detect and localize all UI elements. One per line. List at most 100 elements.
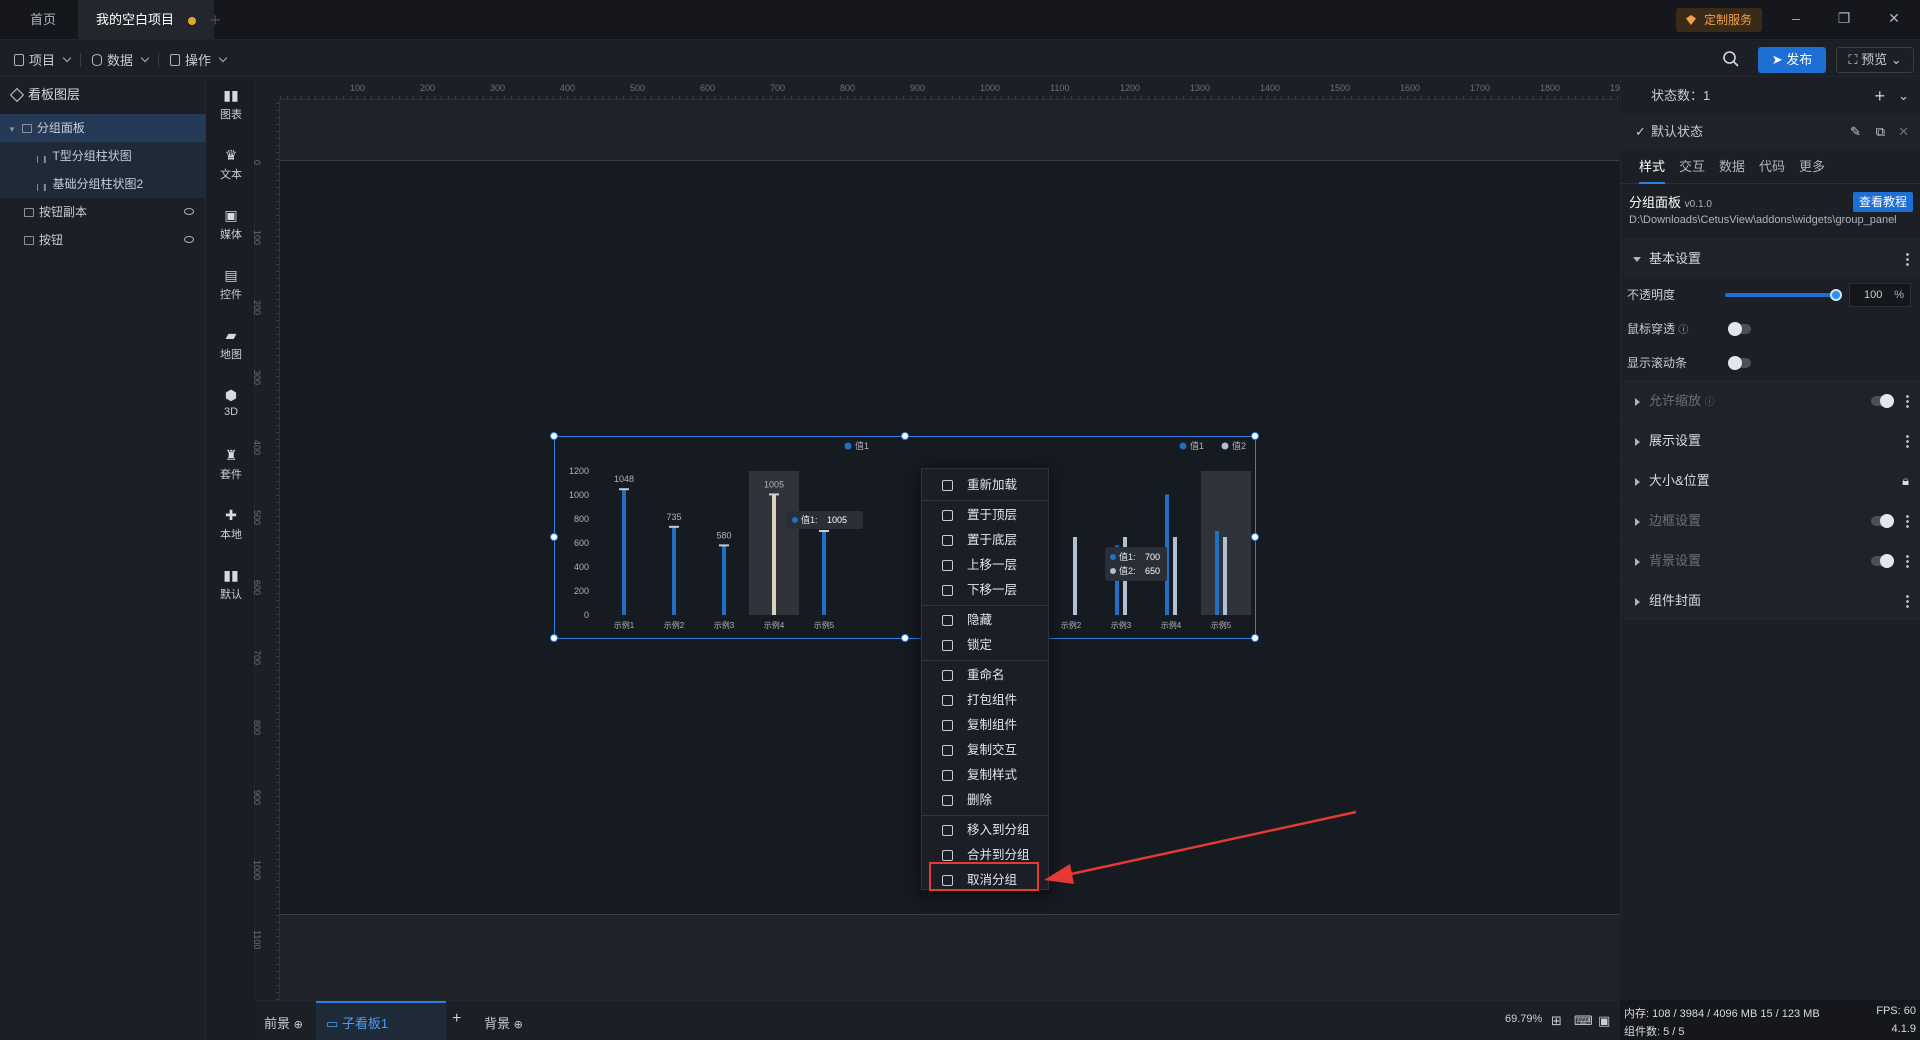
- section-border[interactable]: 边框设置: [1621, 500, 1920, 540]
- tab-foreground[interactable]: 前景 ⊕: [264, 1013, 303, 1032]
- tab-home[interactable]: 首页: [12, 0, 74, 40]
- menu-item-7[interactable]: 重命名: [922, 663, 1048, 688]
- add-circle-icon[interactable]: ⊕: [294, 1019, 303, 1031]
- layer-basic-bar-chart[interactable]: ╷╻ 基础分组柱状图2: [0, 170, 206, 198]
- menu-item-11[interactable]: 复制样式: [922, 763, 1048, 788]
- resize-handle-sw[interactable]: [550, 634, 558, 642]
- section-cover[interactable]: 组件封面: [1621, 580, 1920, 620]
- tool-6[interactable]: ♜ 套件: [207, 438, 255, 492]
- menu-item-6[interactable]: 锁定: [922, 633, 1048, 658]
- layer-button[interactable]: 按钮: [0, 226, 206, 254]
- more-icon[interactable]: [1906, 514, 1909, 528]
- menu-operate[interactable]: 操作: [170, 50, 228, 69]
- menu-item-9[interactable]: 复制组件: [922, 713, 1048, 738]
- group-panel-widget[interactable]: 值1 1200 1000 800 600 400 200 0 示例1 1048 示例2 735 示例3 5…: [550, 432, 1259, 642]
- border-toggle[interactable]: [1871, 514, 1894, 528]
- bar-series-1[interactable]: [1215, 531, 1219, 615]
- bar-chart-1[interactable]: 值1 1200 1000 800 600 400 200 0 示例1 1048 示例2 735 示例3 5…: [555, 437, 875, 640]
- layer-t-bar-chart[interactable]: ╷╻ T型分组柱状图: [0, 142, 206, 170]
- copy-icon[interactable]: ⧉: [1876, 114, 1885, 150]
- resize-handle-n[interactable]: [901, 432, 909, 440]
- maximize-icon[interactable]: ❐: [1834, 10, 1854, 27]
- menu-item-5[interactable]: 隐藏: [922, 608, 1048, 633]
- tool-8[interactable]: ▮▮ 默认: [207, 558, 255, 612]
- more-icon[interactable]: [1906, 554, 1909, 568]
- menu-item-4[interactable]: 下移一层: [922, 578, 1048, 603]
- opacity-slider-knob[interactable]: [1830, 289, 1842, 301]
- add-state-icon[interactable]: +: [1874, 78, 1885, 114]
- menu-item-0[interactable]: 重新加载: [922, 473, 1048, 498]
- tool-5[interactable]: ⬢ 3D: [207, 378, 255, 432]
- property-tab-2[interactable]: 数据: [1719, 150, 1745, 184]
- tool-3[interactable]: ▤ 控件: [207, 258, 255, 312]
- resize-handle-se[interactable]: [1251, 634, 1259, 642]
- layer-button-copy[interactable]: 按钮副本: [0, 198, 206, 226]
- resize-handle-ne[interactable]: [1251, 432, 1259, 440]
- tutorial-button[interactable]: 查看教程: [1852, 192, 1913, 212]
- show-scroll-toggle[interactable]: [1728, 356, 1751, 370]
- section-display[interactable]: 展示设置: [1621, 420, 1920, 460]
- property-tab-4[interactable]: 更多: [1799, 150, 1825, 184]
- help-icon[interactable]: ⓘ: [1705, 397, 1715, 408]
- minimize-icon[interactable]: –: [1786, 10, 1806, 26]
- zoom-level[interactable]: 69.79%: [1505, 1013, 1542, 1025]
- property-tab-1[interactable]: 交互: [1679, 150, 1705, 184]
- preview-button[interactable]: ⛶ 预览 ⌄: [1836, 47, 1914, 73]
- resize-handle-nw[interactable]: [550, 432, 558, 440]
- opacity-input[interactable]: 100%: [1849, 283, 1911, 307]
- chevron-down-icon[interactable]: ⌄: [1898, 78, 1909, 114]
- more-icon[interactable]: [1906, 594, 1909, 608]
- add-circle-icon[interactable]: ⊕: [514, 1019, 523, 1031]
- opacity-slider[interactable]: [1725, 289, 1842, 301]
- section-basic[interactable]: 基本设置: [1621, 238, 1920, 278]
- add-board-icon[interactable]: +: [452, 1010, 461, 1028]
- bar-series-2[interactable]: [1223, 537, 1227, 615]
- terminal-icon[interactable]: ▣: [1598, 1013, 1610, 1029]
- menu-item-1[interactable]: 置于顶层: [922, 503, 1048, 528]
- tool-2[interactable]: ▣ 媒体: [207, 198, 255, 252]
- lock-icon[interactable]: 🔒︎: [1902, 461, 1909, 501]
- bar-series-2[interactable]: [1173, 537, 1177, 615]
- bar-series-2[interactable]: [1073, 537, 1077, 615]
- resize-handle-w[interactable]: [550, 533, 558, 541]
- tool-1[interactable]: ♛ 文本: [207, 138, 255, 192]
- bar[interactable]: [772, 494, 776, 615]
- menu-project[interactable]: 项目: [14, 50, 72, 69]
- eye-icon[interactable]: [184, 208, 194, 215]
- bar[interactable]: [622, 489, 626, 615]
- search-icon[interactable]: [1722, 50, 1740, 68]
- bar[interactable]: [722, 545, 726, 615]
- more-icon[interactable]: [1906, 394, 1909, 408]
- menu-item-2[interactable]: 置于底层: [922, 528, 1048, 553]
- add-tab-icon[interactable]: +: [210, 10, 221, 31]
- menu-item-8[interactable]: 打包组件: [922, 688, 1048, 713]
- edit-icon[interactable]: ✎: [1850, 114, 1861, 150]
- section-background[interactable]: 背景设置: [1621, 540, 1920, 580]
- menu-data[interactable]: 数据: [92, 50, 150, 69]
- section-size-position[interactable]: 大小&位置 🔒︎: [1621, 460, 1920, 500]
- help-icon[interactable]: ⓘ: [1678, 325, 1688, 336]
- mouse-through-toggle[interactable]: [1728, 322, 1751, 336]
- section-allow-zoom[interactable]: 允许缩放 ⓘ: [1621, 380, 1920, 420]
- keyboard-icon[interactable]: ⌨: [1574, 1013, 1593, 1029]
- custom-service-button[interactable]: 定制服务: [1676, 8, 1763, 32]
- tool-7[interactable]: ✚ 本地: [207, 498, 255, 552]
- property-tab-3[interactable]: 代码: [1759, 150, 1785, 184]
- background-toggle[interactable]: [1871, 554, 1894, 568]
- tab-background[interactable]: 背景 ⊕: [484, 1013, 523, 1032]
- tab-project[interactable]: 我的空白项目: [78, 0, 215, 40]
- bar[interactable]: [822, 531, 826, 615]
- layer-group-panel[interactable]: ▼ 分组面板: [0, 114, 206, 142]
- menu-item-12[interactable]: 删除: [922, 788, 1048, 813]
- property-tab-0[interactable]: 样式: [1639, 150, 1666, 184]
- tool-0[interactable]: ▮▮ 图表: [207, 78, 255, 132]
- eye-icon[interactable]: [184, 236, 194, 243]
- tab-sub-board[interactable]: ▭ 子看板1: [326, 1013, 388, 1032]
- allow-zoom-toggle[interactable]: [1871, 394, 1894, 408]
- resize-handle-s[interactable]: [901, 634, 909, 642]
- menu-item-10[interactable]: 复制交互: [922, 738, 1048, 763]
- close-icon[interactable]: ✕: [1898, 114, 1909, 150]
- menu-item-3[interactable]: 上移一层: [922, 553, 1048, 578]
- more-icon[interactable]: [1906, 252, 1909, 266]
- close-icon[interactable]: ✕: [1884, 10, 1904, 27]
